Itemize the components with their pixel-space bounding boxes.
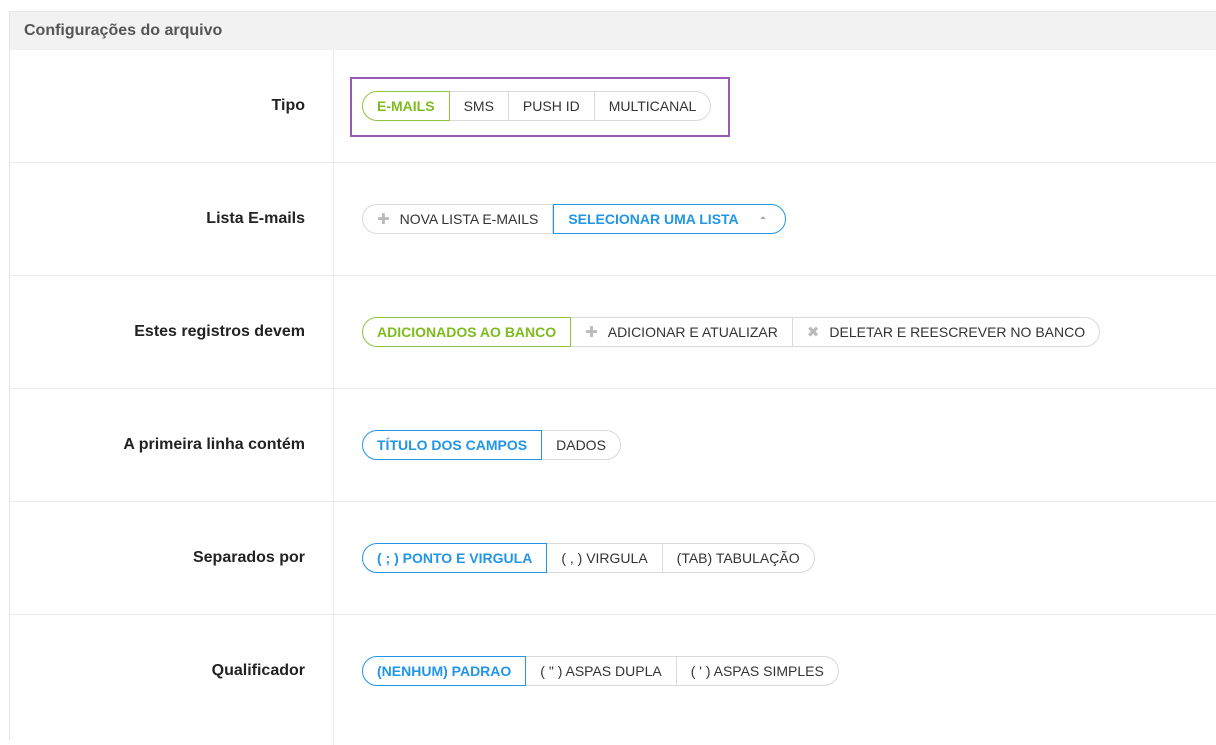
- no-qualifier-button[interactable]: (NENHUM) PADRAO: [362, 656, 527, 686]
- row-separador: Separados por ( ; ) PONTO E VIRGULA ( , …: [10, 502, 1216, 615]
- double-quote-button[interactable]: ( " ) ASPAS DUPLA: [526, 656, 677, 686]
- email-list-button-group: ✚ NOVA LISTA E-MAILS SELECIONAR UMA LIST…: [362, 204, 786, 234]
- separator-button-group: ( ; ) PONTO E VIRGULA ( , ) VIRGULA (TAB…: [362, 543, 815, 573]
- email-list-controls: ✚ NOVA LISTA E-MAILS SELECIONAR UMA LIST…: [362, 204, 786, 234]
- new-email-list-button[interactable]: ✚ NOVA LISTA E-MAILS: [362, 204, 554, 234]
- separator-selector: ( ; ) PONTO E VIRGULA ( , ) VIRGULA (TAB…: [362, 543, 815, 573]
- select-list-dropdown[interactable]: SELECIONAR UMA LISTA: [553, 204, 786, 234]
- row-lista-emails: Lista E-mails ✚ NOVA LISTA E-MAILS SELEC…: [10, 163, 1216, 276]
- row-registros: Estes registros devem ADICIONADOS AO BAN…: [10, 276, 1216, 389]
- semicolon-button[interactable]: ( ; ) PONTO E VIRGULA: [362, 543, 548, 573]
- new-email-list-label: NOVA LISTA E-MAILS: [399, 211, 539, 227]
- delete-and-rewrite-label: DELETAR E REESCREVER NO BANCO: [829, 324, 1086, 340]
- first-line-selector: TÍTULO DOS CAMPOS DADOS: [362, 430, 621, 460]
- qualifier-selector: (NENHUM) PADRAO ( " ) ASPAS DUPLA ( ' ) …: [362, 656, 839, 686]
- data-button[interactable]: DADOS: [542, 430, 621, 460]
- add-to-database-button[interactable]: ADICIONADOS AO BANCO: [362, 317, 572, 347]
- row-label: A primeira linha contém: [123, 436, 305, 453]
- row-label: Lista E-mails: [206, 210, 305, 227]
- first-line-button-group: TÍTULO DOS CAMPOS DADOS: [362, 430, 621, 460]
- comma-button[interactable]: ( , ) VIRGULA: [547, 543, 663, 573]
- field-titles-button[interactable]: TÍTULO DOS CAMPOS: [362, 430, 543, 460]
- highlight-box: [350, 77, 730, 137]
- add-and-update-button[interactable]: ✚ ADICIONAR E ATUALIZAR: [571, 317, 793, 347]
- records-mode-button-group: ADICIONADOS AO BANCO ✚ ADICIONAR E ATUAL…: [362, 317, 1101, 347]
- tab-button[interactable]: (TAB) TABULAÇÃO: [662, 543, 815, 573]
- plus-icon: ✚: [585, 323, 598, 341]
- single-quote-button[interactable]: ( ' ) ASPAS SIMPLES: [676, 656, 839, 686]
- records-mode-selector: ADICIONADOS AO BANCO ✚ ADICIONAR E ATUAL…: [362, 317, 1101, 347]
- close-icon: ✖: [806, 323, 820, 341]
- file-settings-panel: Configurações do arquivo Tipo E-MAILS SM…: [9, 11, 1216, 745]
- row-qualificador: Qualificador (NENHUM) PADRAO ( " ) ASPAS…: [10, 615, 1216, 745]
- qualifier-button-group: (NENHUM) PADRAO ( " ) ASPAS DUPLA ( ' ) …: [362, 656, 839, 686]
- row-label: Tipo: [271, 97, 305, 114]
- row-label: Separados por: [192, 549, 305, 566]
- delete-and-rewrite-button[interactable]: ✖ DELETAR E REESCREVER NO BANCO: [792, 317, 1101, 347]
- plus-icon: ✚: [377, 210, 390, 228]
- row-label: Qualificador: [211, 662, 305, 679]
- caret-down-icon: [759, 216, 766, 222]
- add-and-update-label: ADICIONAR E ATUALIZAR: [607, 324, 778, 340]
- row-primeira-linha: A primeira linha contém TÍTULO DOS CAMPO…: [10, 389, 1216, 502]
- panel-title: Configurações do arquivo: [10, 12, 1216, 50]
- select-list-label: SELECIONAR UMA LISTA: [568, 211, 739, 227]
- row-label: Estes registros devem: [134, 323, 305, 340]
